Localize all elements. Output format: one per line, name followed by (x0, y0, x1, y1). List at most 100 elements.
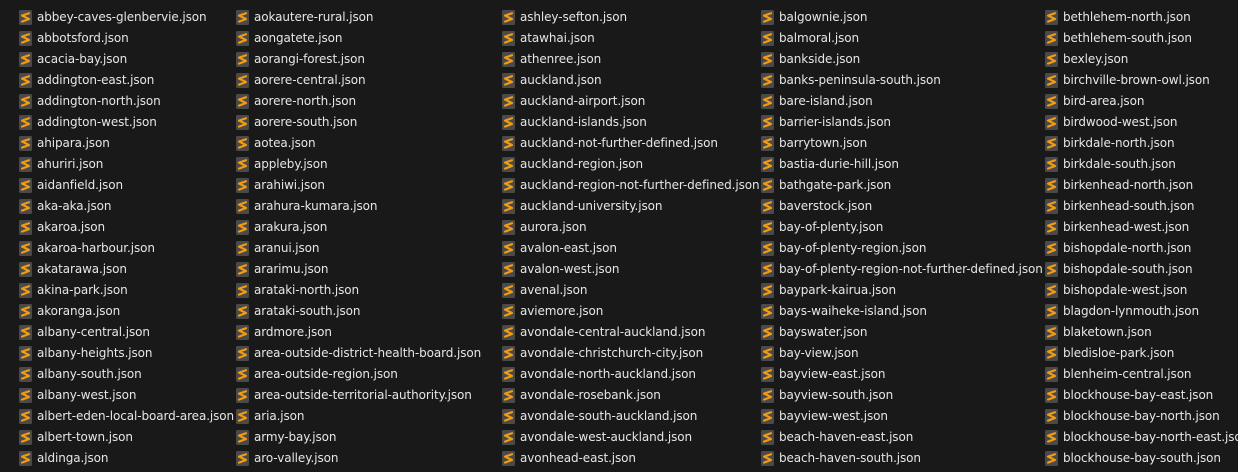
file-item[interactable]: auckland-not-further-defined.json (502, 133, 759, 154)
file-item[interactable]: appleby.json (236, 154, 481, 175)
file-item[interactable]: avenal.json (502, 280, 759, 301)
file-item[interactable]: auckland.json (502, 70, 759, 91)
file-item[interactable]: auckland-airport.json (502, 91, 759, 112)
file-item[interactable]: bay-of-plenty.json (761, 217, 1043, 238)
file-item[interactable]: bayview-east.json (761, 364, 1043, 385)
file-item[interactable]: auckland-islands.json (502, 112, 759, 133)
file-item[interactable]: abbey-caves-glenbervie.json (19, 7, 234, 28)
file-item[interactable]: blockhouse-bay-north.json (1045, 406, 1238, 427)
file-item[interactable]: albert-eden-local-board-area.json (19, 406, 234, 427)
file-item[interactable]: avondale-christchurch-city.json (502, 343, 759, 364)
file-item[interactable]: albany-heights.json (19, 343, 234, 364)
file-item[interactable]: aorere-central.json (236, 70, 481, 91)
file-item[interactable]: aongatete.json (236, 28, 481, 49)
file-item[interactable]: birkenhead-north.json (1045, 175, 1238, 196)
file-item[interactable]: bexley.json (1045, 49, 1238, 70)
file-item[interactable]: arakura.json (236, 217, 481, 238)
file-item[interactable]: birkenhead-south.json (1045, 196, 1238, 217)
file-item[interactable]: akoranga.json (19, 301, 234, 322)
file-item[interactable]: bayview-south.json (761, 385, 1043, 406)
file-item[interactable]: avalon-east.json (502, 238, 759, 259)
file-item[interactable]: bishopdale-west.json (1045, 280, 1238, 301)
file-item[interactable]: blockhouse-bay-north-east.json (1045, 427, 1238, 448)
file-item[interactable]: aro-valley.json (236, 448, 481, 469)
file-item[interactable]: birkenhead-west.json (1045, 217, 1238, 238)
file-item[interactable]: bare-island.json (761, 91, 1043, 112)
file-item[interactable]: akaroa-harbour.json (19, 238, 234, 259)
file-item[interactable]: aldinga.json (19, 448, 234, 469)
file-item[interactable]: birdwood-west.json (1045, 112, 1238, 133)
file-item[interactable]: area-outside-region.json (236, 364, 481, 385)
file-item[interactable]: bethlehem-north.json (1045, 7, 1238, 28)
file-item[interactable]: aka-aka.json (19, 196, 234, 217)
file-item[interactable]: addington-east.json (19, 70, 234, 91)
file-item[interactable]: bledisloe-park.json (1045, 343, 1238, 364)
file-item[interactable]: avondale-north-auckland.json (502, 364, 759, 385)
file-item[interactable]: akina-park.json (19, 280, 234, 301)
file-item[interactable]: albert-town.json (19, 427, 234, 448)
file-item[interactable]: addington-north.json (19, 91, 234, 112)
file-item[interactable]: barrytown.json (761, 133, 1043, 154)
file-item[interactable]: aotea.json (236, 133, 481, 154)
file-item[interactable]: auckland-university.json (502, 196, 759, 217)
file-item[interactable]: aorere-north.json (236, 91, 481, 112)
file-item[interactable]: avalon-west.json (502, 259, 759, 280)
file-item[interactable]: bishopdale-north.json (1045, 238, 1238, 259)
file-item[interactable]: albany-south.json (19, 364, 234, 385)
file-item[interactable]: ahuriri.json (19, 154, 234, 175)
file-item[interactable]: acacia-bay.json (19, 49, 234, 70)
file-item[interactable]: blenheim-central.json (1045, 364, 1238, 385)
file-item[interactable]: arataki-north.json (236, 280, 481, 301)
file-item[interactable]: bayview-west.json (761, 406, 1043, 427)
file-item[interactable]: albany-central.json (19, 322, 234, 343)
file-item[interactable]: birchville-brown-owl.json (1045, 70, 1238, 91)
file-item[interactable]: bayswater.json (761, 322, 1043, 343)
file-item[interactable]: baverstock.json (761, 196, 1043, 217)
file-item[interactable]: blagdon-lynmouth.json (1045, 301, 1238, 322)
file-item[interactable]: barrier-islands.json (761, 112, 1043, 133)
file-item[interactable]: banks-peninsula-south.json (761, 70, 1043, 91)
file-item[interactable]: bays-waiheke-island.json (761, 301, 1043, 322)
file-item[interactable]: birkdale-south.json (1045, 154, 1238, 175)
file-item[interactable]: bishopdale-south.json (1045, 259, 1238, 280)
file-item[interactable]: bathgate-park.json (761, 175, 1043, 196)
file-item[interactable]: albany-west.json (19, 385, 234, 406)
file-item[interactable]: aurora.json (502, 217, 759, 238)
file-item[interactable]: bethlehem-south.json (1045, 28, 1238, 49)
file-item[interactable]: ahipara.json (19, 133, 234, 154)
file-item[interactable]: athenree.json (502, 49, 759, 70)
file-item[interactable]: aria.json (236, 406, 481, 427)
file-item[interactable]: balgownie.json (761, 7, 1043, 28)
file-item[interactable]: ashley-sefton.json (502, 7, 759, 28)
file-item[interactable]: balmoral.json (761, 28, 1043, 49)
file-item[interactable]: arataki-south.json (236, 301, 481, 322)
file-item[interactable]: blockhouse-bay-east.json (1045, 385, 1238, 406)
file-item[interactable]: akaroa.json (19, 217, 234, 238)
file-item[interactable]: bay-view.json (761, 343, 1043, 364)
file-item[interactable]: bankside.json (761, 49, 1043, 70)
file-item[interactable]: aorangi-forest.json (236, 49, 481, 70)
file-item[interactable]: bay-of-plenty-region-not-further-defined… (761, 259, 1043, 280)
file-item[interactable]: avondale-rosebank.json (502, 385, 759, 406)
file-item[interactable]: atawhai.json (502, 28, 759, 49)
file-item[interactable]: baypark-kairua.json (761, 280, 1043, 301)
file-item[interactable]: auckland-region-not-further-defined.json (502, 175, 760, 196)
file-item[interactable]: aviemore.json (502, 301, 759, 322)
file-item[interactable]: avondale-central-auckland.json (502, 322, 759, 343)
file-item[interactable]: beach-haven-south.json (761, 448, 1043, 469)
file-item[interactable]: ararimu.json (236, 259, 481, 280)
file-item[interactable]: army-bay.json (236, 427, 481, 448)
file-item[interactable]: birkdale-north.json (1045, 133, 1238, 154)
file-item[interactable]: auckland-region.json (502, 154, 759, 175)
file-item[interactable]: abbotsford.json (19, 28, 234, 49)
file-item[interactable]: aidanfield.json (19, 175, 234, 196)
file-item[interactable]: blockhouse-bay-south.json (1045, 448, 1238, 469)
file-item[interactable]: ardmore.json (236, 322, 481, 343)
file-item[interactable]: area-outside-district-health-board.json (236, 343, 481, 364)
file-item[interactable]: arahura-kumara.json (236, 196, 481, 217)
file-item[interactable]: aorere-south.json (236, 112, 481, 133)
file-item[interactable]: blaketown.json (1045, 322, 1238, 343)
file-item[interactable]: avondale-south-auckland.json (502, 406, 759, 427)
file-item[interactable]: beach-haven-east.json (761, 427, 1043, 448)
file-item[interactable]: bastia-durie-hill.json (761, 154, 1043, 175)
